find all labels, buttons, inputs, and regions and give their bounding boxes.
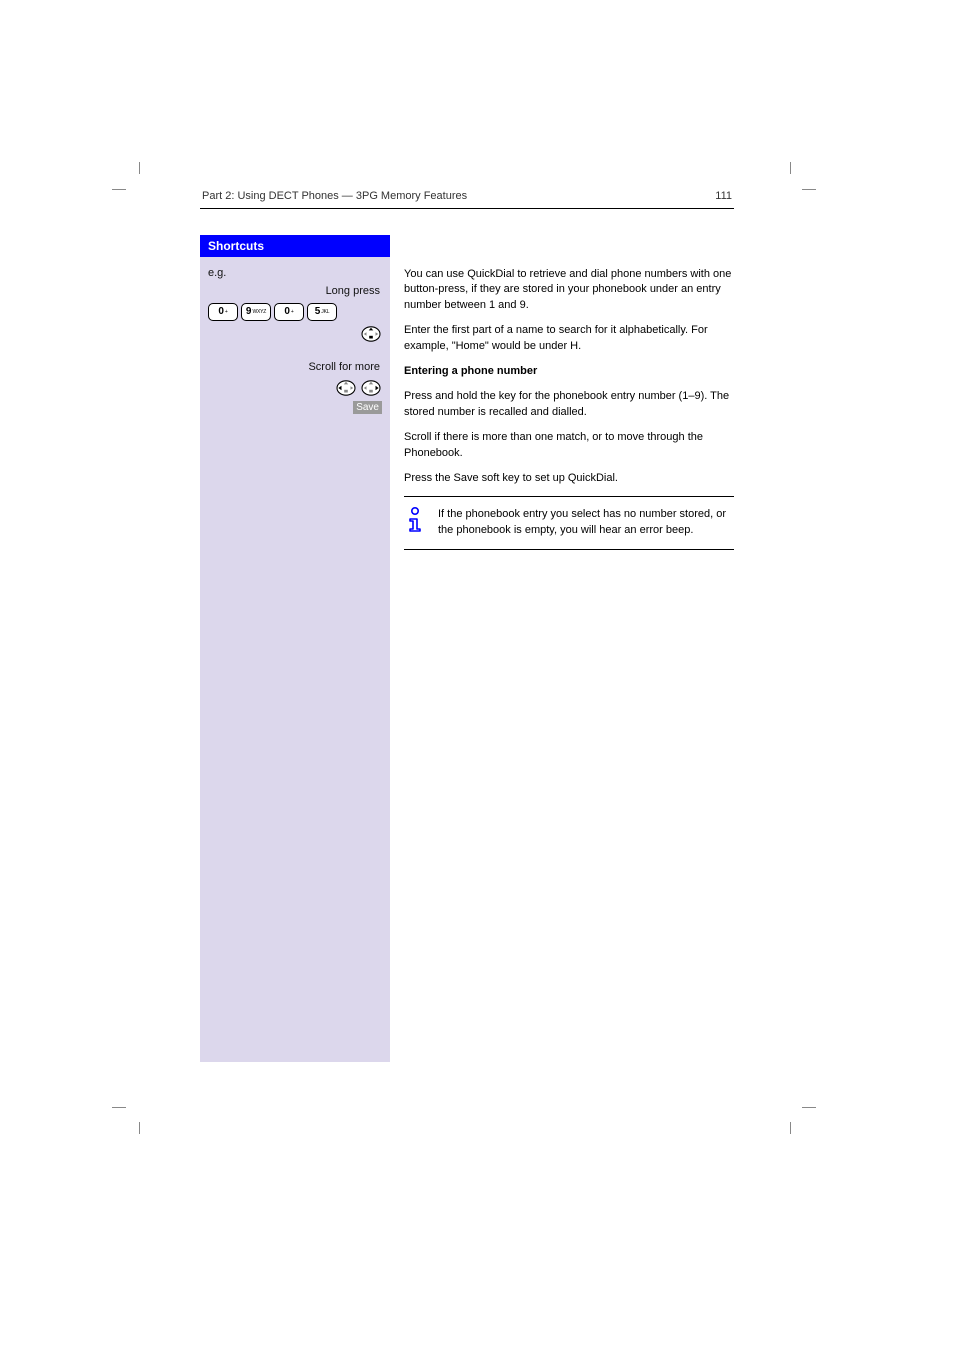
dpad-row — [208, 379, 382, 397]
save-text: Press the Save soft key to set up QuickD… — [404, 471, 734, 486]
section-heading: Shortcuts — [200, 235, 390, 257]
steps-heading: Entering a phone number — [404, 364, 734, 379]
header-rule — [200, 208, 734, 209]
page-content: Part 2: Using DECT Phones — 3PG Memory F… — [200, 190, 734, 1062]
intro-paragraph-1: You can use QuickDial to retrieve and di… — [404, 267, 734, 313]
long-press-label: Long press — [208, 285, 382, 297]
dpad-icon — [360, 325, 382, 343]
intro-paragraph-2: Enter the first part of a name to search… — [404, 323, 734, 354]
page-number: 111 — [715, 190, 732, 202]
key-5: 5 JKL — [307, 303, 337, 321]
info-icon — [404, 507, 428, 538]
key-sub: + — [291, 310, 294, 315]
note-box: If the phonebook entry you select has no… — [404, 496, 734, 549]
step-1-label: e.g. — [208, 267, 382, 279]
step-2-label: Scroll for more — [208, 361, 382, 373]
key-9: 9 WXYZ — [241, 303, 271, 321]
key-sub: WXYZ — [252, 310, 266, 315]
key-main: 5 — [315, 307, 321, 317]
key-main: 0 — [284, 307, 290, 317]
scroll-text: Scroll if there is more than one match, … — [404, 430, 734, 461]
key-0-2: 0 + — [274, 303, 304, 321]
dpad-right-icon — [360, 379, 382, 397]
key-main: 0 — [218, 307, 224, 317]
key-main: 9 — [246, 307, 252, 317]
dpad-left-icon — [335, 379, 357, 397]
step-1: e.g. Long press 0 + 9 WXYZ 0 + — [208, 267, 382, 343]
step-1-text: Press and hold the key for the phonebook… — [404, 389, 734, 420]
key-sub: JKL — [321, 310, 329, 315]
step-2: Scroll for more — [208, 361, 382, 414]
header-section: Part 2: Using DECT Phones — 3PG Memory F… — [202, 190, 467, 202]
page-header: Part 2: Using DECT Phones — 3PG Memory F… — [200, 190, 734, 202]
key-0-1: 0 + — [208, 303, 238, 321]
note-text: If the phonebook entry you select has no… — [438, 507, 734, 538]
save-softkey: Save — [353, 401, 382, 414]
key-sub: + — [225, 310, 228, 315]
key-sequence: 0 + 9 WXYZ 0 + 5 JKL — [208, 303, 382, 321]
shortcut-sidebar: e.g. Long press 0 + 9 WXYZ 0 + — [200, 257, 390, 1062]
body-column: You can use QuickDial to retrieve and di… — [390, 257, 734, 1062]
